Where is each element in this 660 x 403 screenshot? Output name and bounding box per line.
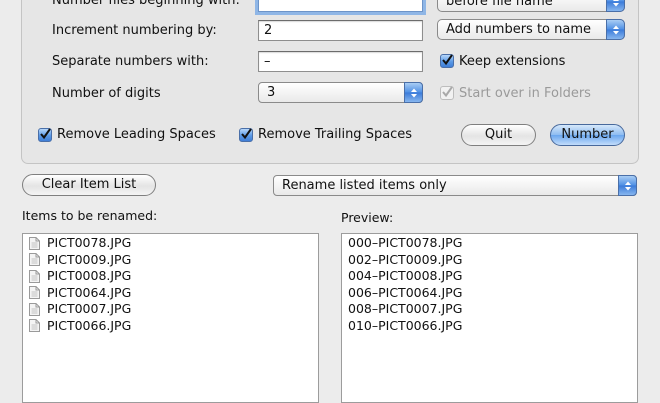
document-icon	[29, 319, 40, 333]
item-name: PICT0066.JPG	[47, 317, 132, 333]
separator-input[interactable]: –	[258, 51, 423, 72]
document-icon	[29, 286, 40, 300]
list-item[interactable]: PICT0078.JPG	[23, 235, 318, 252]
list-item[interactable]: PICT0066.JPG	[23, 318, 318, 335]
rename-scope-value: Rename listed items only	[282, 178, 447, 193]
position-popup-value: before file name	[446, 0, 553, 9]
rename-scope-popup[interactable]: Rename listed items only	[273, 175, 637, 196]
start-over-checkbox[interactable]	[440, 86, 454, 100]
remove-trailing-label[interactable]: Remove Trailing Spaces	[258, 127, 412, 142]
keep-extensions-checkbox[interactable]	[440, 54, 454, 68]
popup-arrows-icon	[606, 19, 625, 40]
preview-item: 006–PICT0064.JPG	[348, 284, 463, 300]
add-numbers-popup-value: Add numbers to name	[446, 22, 591, 37]
checkmark-icon	[241, 128, 252, 140]
item-name: PICT0009.JPG	[47, 251, 132, 267]
item-name: PICT0008.JPG	[47, 268, 132, 283]
document-icon	[29, 302, 40, 316]
number-button[interactable]: Number	[550, 124, 625, 146]
begin-number-input[interactable]	[258, 0, 423, 12]
digits-popup-value: 3	[267, 85, 276, 100]
quit-button[interactable]: Quit	[461, 124, 536, 146]
increment-label: Increment numbering by:	[52, 23, 217, 38]
preview-label: Preview:	[341, 210, 394, 225]
preview-item: 002–PICT0009.JPG	[348, 251, 463, 267]
keep-extensions-label[interactable]: Keep extensions	[459, 54, 565, 69]
document-icon	[29, 269, 40, 283]
checkmark-icon	[442, 54, 453, 66]
add-numbers-popup[interactable]: Add numbers to name	[437, 19, 625, 40]
start-over-label: Start over in Folders	[459, 86, 591, 101]
clear-item-list-button[interactable]: Clear Item List	[22, 174, 156, 196]
preview-list[interactable]: 000–PICT0078.JPG 002–PICT0009.JPG 004–PI…	[341, 233, 638, 403]
item-name: PICT0007.JPG	[47, 301, 132, 316]
popup-arrows-icon	[606, 0, 625, 12]
items-label: Items to be renamed:	[22, 208, 158, 223]
digits-popup[interactable]: 3	[258, 82, 423, 103]
separate-label: Separate numbers with:	[52, 54, 209, 69]
checkmark-icon	[442, 86, 453, 98]
list-item[interactable]: PICT0007.JPG	[23, 301, 318, 318]
document-icon	[29, 253, 40, 267]
item-name: PICT0064.JPG	[47, 284, 132, 300]
preview-item: 004–PICT0008.JPG	[348, 268, 463, 283]
popup-arrows-icon	[618, 175, 637, 196]
digits-label: Number of digits	[52, 86, 161, 101]
increment-input[interactable]: 2	[258, 20, 423, 41]
items-list[interactable]: PICT0078.JPG PICT0009.JPG PICT0008.JPG P…	[22, 233, 319, 403]
list-item[interactable]: PICT0008.JPG	[23, 268, 318, 285]
popup-arrows-icon	[404, 82, 423, 103]
preview-item: 000–PICT0078.JPG	[348, 235, 463, 250]
remove-leading-checkbox[interactable]	[38, 128, 52, 142]
position-popup[interactable]: before file name	[437, 0, 625, 12]
preview-item: 010–PICT0066.JPG	[348, 317, 463, 333]
checkmark-icon	[40, 128, 51, 140]
item-name: PICT0078.JPG	[47, 235, 132, 250]
list-item[interactable]: PICT0009.JPG	[23, 252, 318, 269]
remove-trailing-checkbox[interactable]	[239, 128, 253, 142]
begin-label: Number files beginning with:	[52, 0, 240, 8]
document-icon	[29, 236, 40, 250]
remove-leading-label[interactable]: Remove Leading Spaces	[57, 127, 216, 142]
list-item[interactable]: PICT0064.JPG	[23, 285, 318, 302]
preview-item: 008–PICT0007.JPG	[348, 301, 463, 316]
